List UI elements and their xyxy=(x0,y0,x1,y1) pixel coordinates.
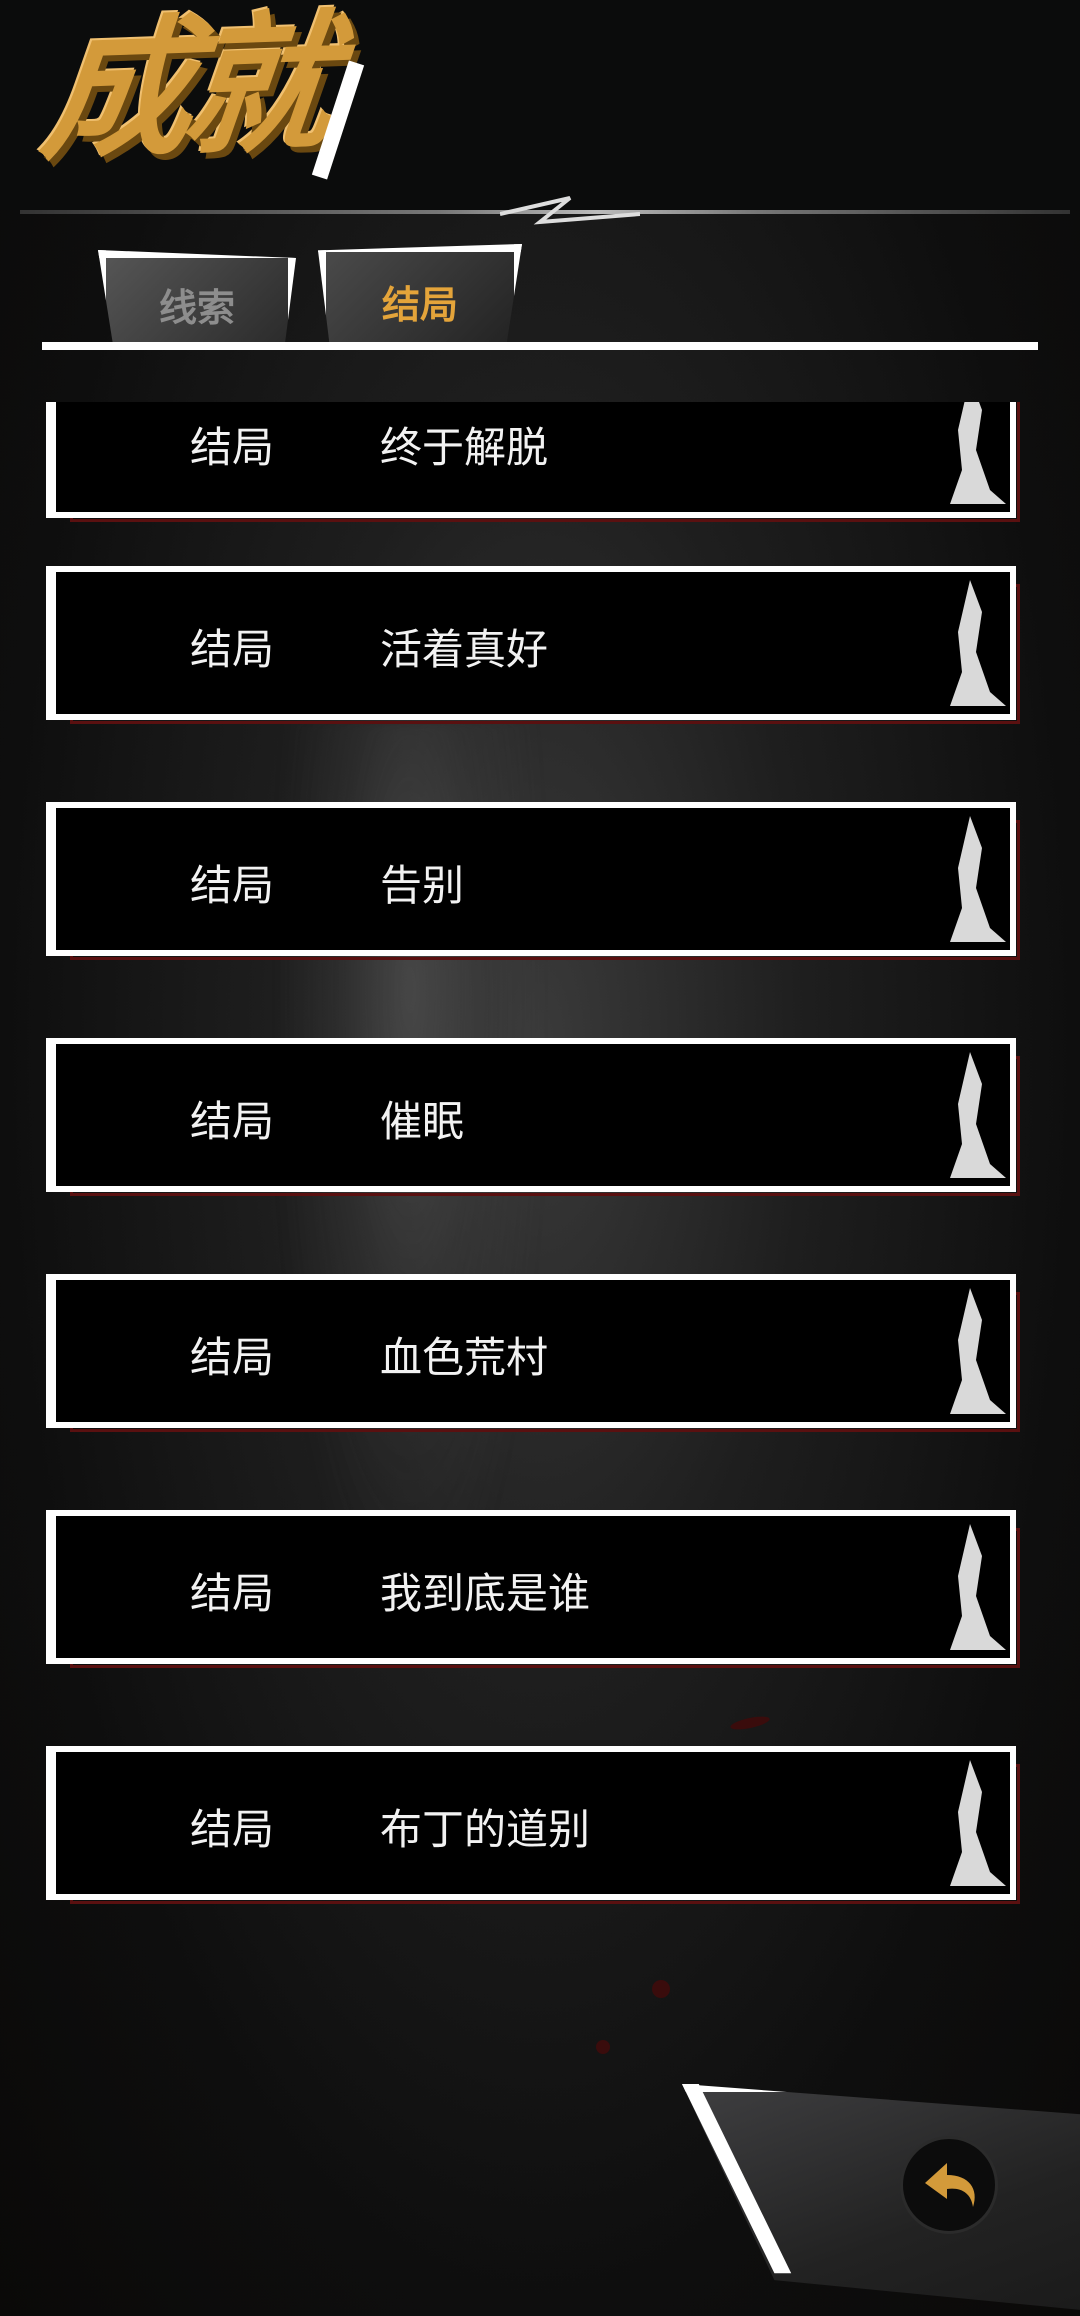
list-item[interactable]: 结局 告别 xyxy=(46,802,1020,960)
ending-name: 告别 xyxy=(380,861,465,910)
ending-label: 结局 xyxy=(190,1569,275,1618)
ending-label: 结局 xyxy=(190,1097,275,1146)
ending-name: 活着真好 xyxy=(380,625,549,674)
ghost-sketch-icon xyxy=(950,402,1006,504)
list-item[interactable]: 结局 布丁的道别 xyxy=(46,1746,1020,1904)
ending-label: 结局 xyxy=(190,625,275,674)
ending-name: 终于解脱 xyxy=(380,423,549,472)
ending-label: 结局 xyxy=(190,1805,275,1854)
list-item[interactable]: 结局 血色荒村 xyxy=(46,1274,1020,1432)
tab-clues[interactable]: 线索 xyxy=(98,250,296,350)
list-item[interactable]: 结局 催眠 xyxy=(46,1038,1020,1196)
lightning-decoration xyxy=(500,196,640,225)
ending-name: 我到底是谁 xyxy=(380,1569,591,1618)
tab-ending[interactable]: 结局 xyxy=(318,244,522,350)
ending-label: 结局 xyxy=(190,423,275,472)
blood-splatter xyxy=(596,2040,610,2054)
ending-name: 布丁的道别 xyxy=(380,1805,591,1854)
ghost-sketch-icon xyxy=(950,1288,1006,1414)
tab-underline xyxy=(42,342,1038,350)
list-item[interactable]: 结局 我到底是谁 xyxy=(46,1510,1020,1668)
blood-splatter xyxy=(652,1980,670,1998)
list-item[interactable]: 结局 活着真好 xyxy=(46,566,1020,724)
ending-label: 结局 xyxy=(190,1333,275,1382)
ending-label: 结局 xyxy=(190,861,275,910)
back-button[interactable] xyxy=(900,2136,998,2234)
page-title: 成就 xyxy=(34,0,334,182)
tab-clues-label: 线索 xyxy=(158,285,235,330)
ghost-sketch-icon xyxy=(950,1524,1006,1650)
ending-name: 催眠 xyxy=(380,1097,465,1146)
ending-list[interactable]: 结局 终于解脱 结局 活着真好 结局 告别 结局 催眠 结局 血色荒村 结局 我… xyxy=(0,402,1080,1962)
header: 成就 xyxy=(0,0,1080,210)
ghost-sketch-icon xyxy=(950,1760,1006,1886)
ending-name: 血色荒村 xyxy=(380,1333,549,1382)
ghost-sketch-icon xyxy=(950,1052,1006,1178)
back-arrow-icon xyxy=(925,2163,975,2207)
ghost-sketch-icon xyxy=(950,816,1006,942)
tab-ending-label: 结局 xyxy=(381,282,458,327)
list-item[interactable]: 结局 终于解脱 xyxy=(46,402,1020,522)
ghost-sketch-icon xyxy=(950,580,1006,706)
